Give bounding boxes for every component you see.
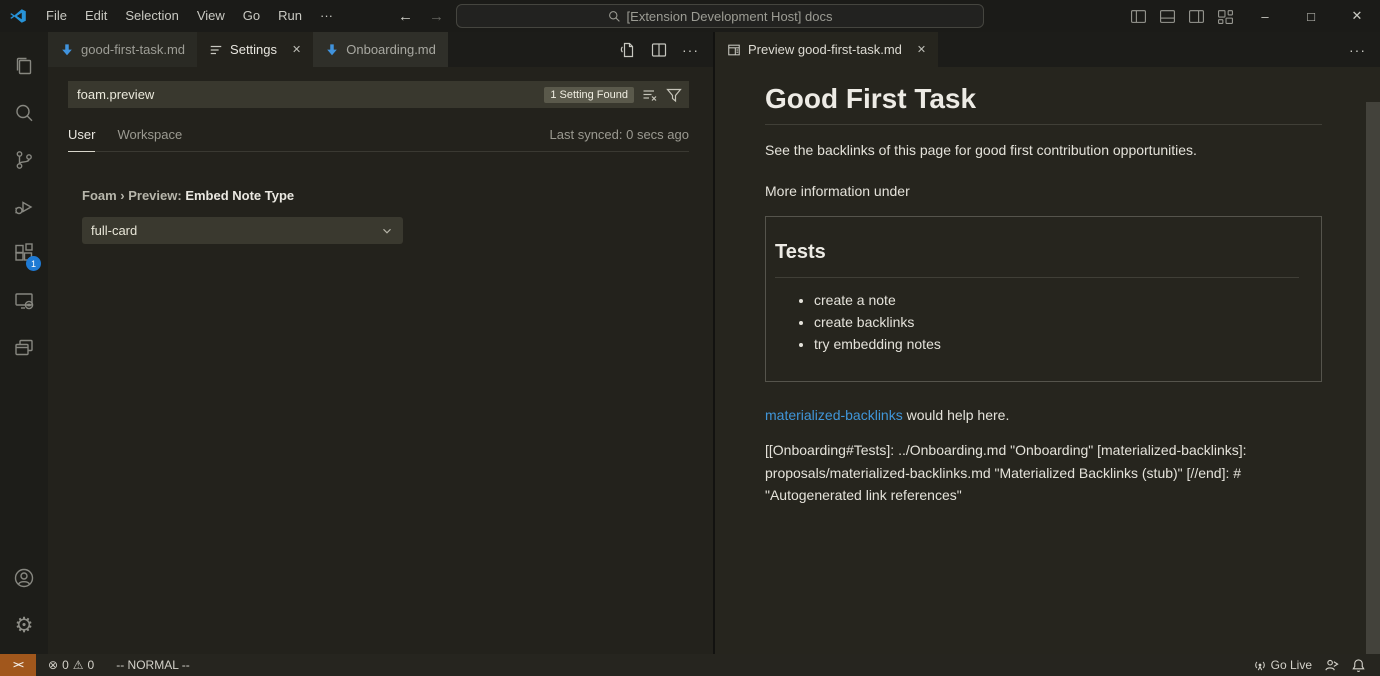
warning-icon: ⚠	[73, 658, 84, 672]
settings-search-value: foam.preview	[77, 87, 154, 102]
run-and-debug-icon[interactable]	[0, 183, 48, 230]
go-live-button[interactable]: Go Live	[1247, 654, 1318, 676]
tab-strip-left: good-first-task.md Settings ✕ Onboarding…	[48, 32, 713, 67]
embed-task-list: create a note create backlinks try embed…	[775, 293, 1299, 352]
menu-view[interactable]: View	[188, 0, 234, 32]
maximize-button[interactable]: □	[1288, 0, 1334, 32]
open-settings-json-icon[interactable]	[620, 42, 636, 58]
markdown-preview: Good First Task See the backlinks of thi…	[715, 67, 1380, 654]
notifications-bell-icon[interactable]	[1345, 654, 1372, 676]
extensions-icon[interactable]: 1	[0, 230, 48, 277]
settings-editor: foam.preview 1 Setting Found User Worksp…	[48, 67, 713, 244]
split-editor-icon[interactable]	[651, 42, 667, 58]
error-icon: ⊗	[48, 658, 58, 672]
scope-tab-workspace[interactable]: Workspace	[117, 127, 182, 151]
editor-actions-more-icon[interactable]: ···	[682, 42, 699, 58]
list-item: create backlinks	[814, 315, 1299, 330]
activity-bar: 1 ⚙	[0, 32, 48, 654]
settings-scope-tabs: User Workspace Last synced: 0 secs ago	[68, 108, 689, 152]
settings-result-badge: 1 Setting Found	[544, 87, 634, 103]
tab-strip-right: Preview good-first-task.md ✕ ···	[715, 32, 1380, 67]
broadcast-icon	[1253, 658, 1267, 672]
embed-title: Tests	[775, 241, 1299, 278]
close-tab-icon[interactable]: ✕	[917, 43, 926, 56]
nav-back-icon[interactable]: ←	[398, 8, 413, 25]
close-tab-icon[interactable]: ✕	[292, 43, 301, 56]
embedded-note-card: Tests create a note create backlinks try…	[765, 216, 1322, 382]
editor-windows-icon[interactable]	[0, 324, 48, 371]
customize-layout-icon[interactable]	[1217, 8, 1234, 25]
toggle-panel-icon[interactable]	[1159, 8, 1176, 25]
clear-settings-search-icon[interactable]	[642, 87, 658, 103]
editor-group-left: good-first-task.md Settings ✕ Onboarding…	[48, 32, 715, 654]
preview-paragraph: See the backlinks of this page for good …	[765, 142, 1322, 158]
tab-onboarding[interactable]: Onboarding.md	[313, 32, 448, 67]
search-view-icon[interactable]	[0, 89, 48, 136]
menu-go[interactable]: Go	[234, 0, 269, 32]
vscode-logo-icon	[9, 7, 27, 25]
command-center-label: [Extension Development Host] docs	[627, 9, 833, 24]
tab-good-first-task[interactable]: good-first-task.md	[48, 32, 197, 67]
preview-title: Good First Task	[765, 83, 1322, 125]
markdown-file-icon	[325, 43, 339, 57]
explorer-icon[interactable]	[0, 42, 48, 89]
command-center-search[interactable]: [Extension Development Host] docs	[456, 4, 984, 28]
account-icon[interactable]	[0, 554, 48, 601]
menu-more-icon[interactable]: ···	[311, 0, 342, 32]
setting-title: Foam › Preview: Embed Note Type	[82, 188, 689, 203]
settings-gear-icon[interactable]: ⚙	[0, 601, 48, 648]
source-control-icon[interactable]	[0, 136, 48, 183]
remote-explorer-icon[interactable]	[0, 277, 48, 324]
extensions-badge: 1	[26, 256, 41, 271]
close-window-button[interactable]: ✕	[1334, 0, 1380, 32]
list-item: create a note	[814, 293, 1299, 308]
preview-paragraph: materialized-backlinks would help here.	[765, 407, 1322, 423]
vim-mode-indicator[interactable]: -- NORMAL --	[110, 654, 196, 676]
tab-settings[interactable]: Settings ✕	[197, 32, 313, 67]
link-references-text: [[Onboarding#Tests]: ../Onboarding.md "O…	[765, 439, 1322, 507]
chevron-down-icon	[380, 224, 394, 238]
search-icon	[608, 10, 621, 23]
markdown-file-icon	[60, 43, 74, 57]
remote-indicator[interactable]: ><	[0, 654, 36, 676]
tab-preview-good-first-task[interactable]: Preview good-first-task.md ✕	[715, 32, 938, 67]
settings-search-input[interactable]: foam.preview 1 Setting Found	[68, 81, 689, 108]
toggle-primary-sidebar-icon[interactable]	[1130, 8, 1147, 25]
minimize-button[interactable]: –	[1242, 0, 1288, 32]
title-bar: File Edit Selection View Go Run ··· ← → …	[0, 0, 1380, 32]
menu-file[interactable]: File	[37, 0, 76, 32]
menu-edit[interactable]: Edit	[76, 0, 116, 32]
scope-tab-user[interactable]: User	[68, 127, 95, 152]
settings-editor-icon	[209, 43, 223, 57]
filter-settings-icon[interactable]	[666, 87, 682, 103]
menu-run[interactable]: Run	[269, 0, 311, 32]
last-synced-label: Last synced: 0 secs ago	[550, 127, 689, 151]
list-item: try embedding notes	[814, 337, 1299, 352]
selected-value: full-card	[91, 223, 137, 238]
preview-paragraph: More information under	[765, 183, 1322, 199]
markdown-preview-icon	[727, 43, 741, 57]
nav-forward-icon: →	[429, 8, 444, 25]
menu-selection[interactable]: Selection	[116, 0, 187, 32]
materialized-backlinks-link[interactable]: materialized-backlinks	[765, 407, 903, 423]
status-bar: >< ⊗ 0 ⚠ 0 -- NORMAL -- Go Live	[0, 654, 1380, 676]
preview-scrollbar[interactable]	[1366, 102, 1380, 654]
editor-actions-more-icon[interactable]: ···	[1349, 42, 1366, 58]
feedback-icon[interactable]	[1318, 654, 1345, 676]
problems-status[interactable]: ⊗ 0 ⚠ 0	[42, 654, 100, 676]
editor-group-right: Preview good-first-task.md ✕ ··· Good Fi…	[715, 32, 1380, 654]
setting-embed-note-type: Foam › Preview: Embed Note Type full-car…	[68, 188, 689, 244]
toggle-secondary-sidebar-icon[interactable]	[1188, 8, 1205, 25]
embed-note-type-select[interactable]: full-card	[82, 217, 403, 244]
